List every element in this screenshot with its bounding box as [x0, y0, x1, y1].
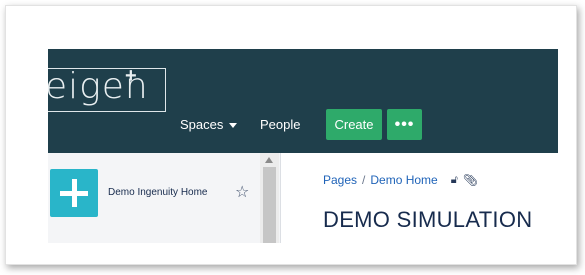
space-sidebar: Demo Ingenuity Home ☆ [48, 153, 281, 243]
logo[interactable]: eigen + [48, 65, 166, 112]
create-button[interactable]: Create [326, 109, 382, 140]
confluence-window: eigen + Spaces People Create ••• Demo In… [48, 49, 558, 243]
page-title: DEMO SIMULATION [323, 207, 533, 232]
spaces-menu[interactable]: Spaces [180, 117, 238, 132]
plus-icon[interactable] [50, 169, 98, 217]
sidebar-scrollbar[interactable] [260, 153, 279, 243]
breadcrumb-pages[interactable]: Pages [323, 173, 357, 187]
more-create-options-button[interactable]: ••• [387, 109, 422, 140]
spaces-label: Spaces [180, 117, 224, 132]
chevron-down-icon [229, 123, 238, 128]
create-label: Create [334, 117, 374, 132]
logo-superscript: + [125, 65, 137, 87]
scroll-thumb[interactable] [263, 167, 276, 243]
star-icon[interactable]: ☆ [235, 182, 249, 202]
breadcrumb-separator: / [362, 173, 366, 187]
people-link[interactable]: People [260, 117, 300, 132]
more-dots-icon: ••• [394, 115, 415, 133]
paperclip-icon[interactable]: 📎︎ [463, 173, 478, 187]
lock-open-icon[interactable]: 🔓︎ [451, 174, 458, 187]
scroll-up-arrow-icon[interactable] [265, 157, 273, 163]
people-label: People [260, 117, 301, 132]
page-content: Pages / Demo Home 🔓︎ 📎︎ DEMO SIMULATION [281, 153, 558, 243]
breadcrumb: Pages / Demo Home 🔓︎ 📎︎ [323, 173, 478, 187]
top-navigation-bar: eigen + Spaces People Create ••• [48, 49, 558, 153]
breadcrumb-demo-home[interactable]: Demo Home [370, 173, 437, 187]
space-name-link[interactable]: Demo Ingenuity Home [108, 187, 208, 198]
screenshot-frame: eigen + Spaces People Create ••• Demo In… [5, 5, 577, 265]
